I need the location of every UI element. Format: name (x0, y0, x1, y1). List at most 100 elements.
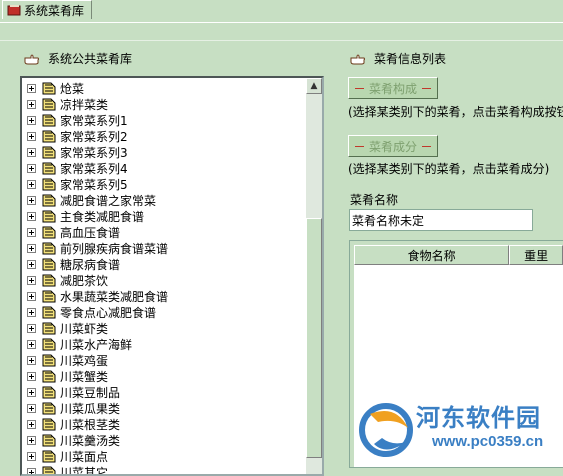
tree-item[interactable]: 凉拌菜类 (22, 96, 168, 112)
tree-item[interactable]: 川菜蟹类 (22, 368, 168, 384)
tree-item[interactable]: 家常菜系列4 (22, 160, 168, 176)
dish-category-tree[interactable]: 炝菜凉拌菜类家常菜系列1家常菜系列2家常菜系列3家常菜系列4家常菜系列5减肥食谱… (20, 76, 324, 476)
tree-item[interactable]: 川菜瓜果类 (22, 400, 168, 416)
scroll-up-icon[interactable]: ▲ (306, 78, 322, 94)
tree-item-label: 川菜虾类 (60, 320, 108, 337)
tree-item[interactable]: 减肥茶饮 (22, 272, 168, 288)
tree-item-label: 川菜根茎类 (60, 416, 120, 433)
tree-item[interactable]: 川菜根茎类 (22, 416, 168, 432)
expand-plus-icon[interactable] (27, 340, 36, 349)
tree-item-label: 家常菜系列5 (60, 176, 128, 193)
tree-item[interactable]: 水果蔬菜类减肥食谱 (22, 288, 168, 304)
expand-plus-icon[interactable] (27, 196, 36, 205)
tree-item[interactable]: 川菜羹汤类 (22, 432, 168, 448)
tree-item[interactable]: 川菜面点 (22, 448, 168, 464)
tree-item-label: 家常菜系列2 (60, 128, 128, 145)
book-folder-icon (41, 465, 57, 476)
tree-item[interactable]: 家常菜系列5 (22, 176, 168, 192)
book-folder-icon (41, 177, 57, 191)
tree-item-label: 主食类减肥食谱 (60, 208, 144, 225)
ingredients-hint: (选择某类别下的菜肴，点击菜肴成分) (348, 160, 549, 177)
book-folder-icon (41, 273, 57, 287)
expand-plus-icon[interactable] (27, 100, 36, 109)
book-folder-icon (41, 417, 57, 431)
expand-plus-icon[interactable] (27, 116, 36, 125)
tree-item-label: 前列腺疾病食谱菜谱 (60, 240, 168, 257)
tree-item-label: 糖尿病食谱 (60, 256, 120, 273)
tree-item[interactable]: 家常菜系列2 (22, 128, 168, 144)
tree-item[interactable]: 川菜水产海鲜 (22, 336, 168, 352)
tree-item[interactable]: 川菜虾类 (22, 320, 168, 336)
book-folder-icon (41, 161, 57, 175)
tree-item[interactable]: 川菜其它 (22, 464, 168, 476)
expand-plus-icon[interactable] (27, 164, 36, 173)
dish-composition-button[interactable]: 菜肴构成 (348, 77, 438, 99)
expand-plus-icon[interactable] (27, 292, 36, 301)
right-panel-title: 菜肴信息列表 (374, 50, 446, 67)
expand-plus-icon[interactable] (27, 212, 36, 221)
tree-item-label: 川菜面点 (60, 448, 108, 465)
tree-item-label: 川菜蟹类 (60, 368, 108, 385)
expand-plus-icon[interactable] (27, 228, 36, 237)
expand-plus-icon[interactable] (27, 452, 36, 461)
tree-list: 炝菜凉拌菜类家常菜系列1家常菜系列2家常菜系列3家常菜系列4家常菜系列5减肥食谱… (22, 80, 168, 476)
book-folder-icon (41, 433, 57, 447)
book-folder-icon (41, 369, 57, 383)
expand-plus-icon[interactable] (27, 468, 36, 476)
expand-plus-icon[interactable] (27, 132, 36, 141)
book-folder-icon (41, 289, 57, 303)
book-folder-icon (41, 145, 57, 159)
dish-name-field[interactable]: 菜肴名称未定 (349, 209, 533, 231)
divider (0, 40, 563, 41)
tree-item[interactable]: 炝菜 (22, 80, 168, 96)
tree-item-label: 零食点心减肥食谱 (60, 304, 156, 321)
book-folder-icon (41, 321, 57, 335)
tree-item[interactable]: 家常菜系列1 (22, 112, 168, 128)
expand-plus-icon[interactable] (27, 276, 36, 285)
expand-plus-icon[interactable] (27, 388, 36, 397)
expand-plus-icon[interactable] (27, 372, 36, 381)
tree-item-label: 家常菜系列3 (60, 144, 128, 161)
tree-item[interactable]: 减肥食谱之家常菜 (22, 192, 168, 208)
tree-item[interactable]: 前列腺疾病食谱菜谱 (22, 240, 168, 256)
tree-item[interactable]: 川菜鸡蛋 (22, 352, 168, 368)
tree-item[interactable]: 主食类减肥食谱 (22, 208, 168, 224)
expand-plus-icon[interactable] (27, 244, 36, 253)
expand-plus-icon[interactable] (27, 436, 36, 445)
book-icon (7, 4, 21, 16)
tree-item[interactable]: 川菜豆制品 (22, 384, 168, 400)
expand-plus-icon[interactable] (27, 148, 36, 157)
expand-plus-icon[interactable] (27, 420, 36, 429)
book-folder-icon (41, 241, 57, 255)
expand-plus-icon[interactable] (27, 324, 36, 333)
expand-plus-icon[interactable] (27, 308, 36, 317)
tree-item[interactable]: 零食点心减肥食谱 (22, 304, 168, 320)
pointing-hand-icon (24, 53, 40, 65)
tree-item[interactable]: 家常菜系列3 (22, 144, 168, 160)
tree-scrollbar[interactable]: ▲ (306, 78, 322, 474)
tree-item[interactable]: 糖尿病食谱 (22, 256, 168, 272)
expand-plus-icon[interactable] (27, 260, 36, 269)
column-weight[interactable]: 重里 (509, 245, 563, 265)
dish-ingredients-button[interactable]: 菜肴成分 (348, 135, 438, 157)
tab-system-dish-library[interactable]: 系统菜肴库 (2, 0, 92, 19)
tree-item-label: 川菜其它 (60, 464, 108, 476)
book-folder-icon (41, 449, 57, 463)
expand-plus-icon[interactable] (27, 356, 36, 365)
grid-header: 食物名称 重里 (354, 245, 563, 265)
tree-item-label: 炝菜 (60, 80, 84, 97)
left-panel-title: 系统公共菜肴库 (48, 50, 132, 67)
watermark-title: 河东软件园 (416, 398, 541, 433)
tree-item-label: 川菜瓜果类 (60, 400, 120, 417)
expand-plus-icon[interactable] (27, 84, 36, 93)
tree-item-label: 减肥茶饮 (60, 272, 108, 289)
column-food-name[interactable]: 食物名称 (354, 245, 509, 265)
tree-item[interactable]: 高血压食谱 (22, 224, 168, 240)
watermark-url: www.pc0359.cn (432, 433, 543, 450)
expand-plus-icon[interactable] (27, 180, 36, 189)
tree-item-label: 川菜豆制品 (60, 384, 120, 401)
book-folder-icon (41, 401, 57, 415)
scroll-thumb[interactable] (306, 218, 322, 458)
expand-plus-icon[interactable] (27, 404, 36, 413)
tab-label: 系统菜肴库 (24, 2, 84, 19)
